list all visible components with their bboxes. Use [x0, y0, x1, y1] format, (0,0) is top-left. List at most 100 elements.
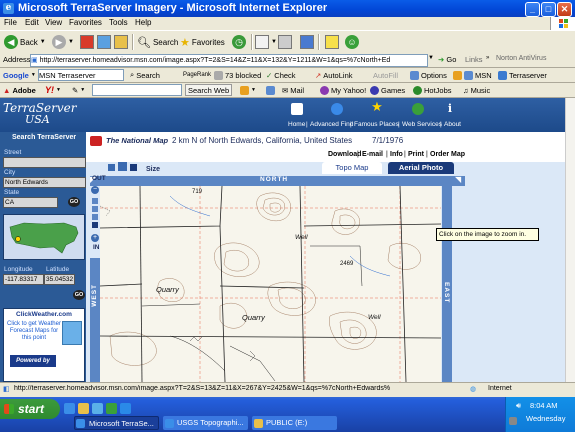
menu-view[interactable]: View — [45, 18, 62, 27]
nav-famous-places[interactable]: Famous Places — [354, 121, 399, 128]
size-large-icon[interactable] — [130, 164, 137, 171]
zoom-level-2[interactable] — [92, 206, 98, 212]
my-yahoo-button[interactable]: My Yahoo! — [320, 84, 366, 96]
street-input[interactable] — [3, 157, 86, 168]
spell-check-button[interactable]: ✓ Check — [266, 69, 296, 81]
home-icon[interactable] — [291, 103, 303, 115]
task-microsoft-terraserver[interactable]: Microsoft TerraSe... — [74, 416, 159, 430]
zoom-level-4[interactable] — [92, 222, 98, 228]
link-info[interactable]: Info — [390, 151, 403, 158]
forward-button[interactable]: ▶ ▼ — [52, 34, 74, 50]
options-button[interactable]: Options — [410, 69, 447, 81]
menu-tools[interactable]: Tools — [109, 18, 128, 27]
back-button[interactable]: ◀ Back ▼ — [4, 34, 46, 50]
zoom-level-1[interactable] — [92, 198, 98, 204]
terraserver-logo[interactable]: TerraServer USA — [3, 102, 76, 126]
pan-north-label[interactable]: NORTH — [260, 176, 288, 183]
address-input[interactable]: ▣ http://terraserver.homeadvisor.msn.com… — [30, 54, 428, 67]
address-dropdown-icon[interactable]: ▼ — [428, 55, 434, 61]
yahoo-search-input[interactable] — [92, 84, 182, 96]
about-info-icon[interactable]: i — [444, 103, 456, 115]
weather-link-text[interactable]: Click to get Weather Forecast Maps for t… — [7, 321, 61, 342]
links-button[interactable]: Links — [465, 55, 483, 64]
minimize-button[interactable]: _ — [525, 2, 540, 17]
close-button[interactable]: ✕ — [557, 2, 572, 17]
menu-file[interactable]: File — [4, 18, 17, 27]
stop-button[interactable] — [80, 34, 94, 50]
us-map-thumbnail[interactable] — [3, 214, 85, 260]
zoom-out-button[interactable]: − — [91, 186, 99, 194]
search-button[interactable]: 🔍︎ Search — [137, 34, 178, 50]
task-public-drive[interactable]: PUBLIC (E:) — [252, 416, 337, 430]
north-pan-bar[interactable]: ◤ NORTH ◥ — [90, 175, 465, 186]
volume-icon[interactable]: 🔊︎ — [516, 401, 521, 411]
famous-places-star-icon[interactable]: ★ — [371, 100, 383, 113]
google-search-input[interactable]: MSN Terraserver — [38, 69, 124, 81]
google-search-button[interactable]: ⌕ Search — [130, 69, 160, 81]
state-input[interactable]: CA — [3, 197, 58, 208]
quicklaunch-desktop-icon[interactable] — [78, 403, 89, 414]
quicklaunch-media-icon[interactable] — [92, 403, 103, 414]
music-button[interactable]: ♫ Music — [463, 84, 490, 96]
advanced-find-icon[interactable] — [331, 103, 343, 115]
history-button[interactable]: ◷ — [232, 34, 246, 50]
favorites-button[interactable]: ★ Favorites — [180, 34, 225, 50]
link-email[interactable]: E-mail — [362, 151, 383, 158]
west-pan-bar[interactable]: WEST — [90, 258, 100, 382]
east-pan-bar[interactable]: EAST — [442, 186, 452, 382]
yahoo-logo[interactable]: Y! ▼ — [45, 84, 61, 96]
print-button[interactable] — [278, 34, 292, 50]
search-web-button[interactable]: Search Web — [185, 84, 233, 96]
messenger-button[interactable]: ☺ — [345, 34, 359, 50]
pan-east-label[interactable]: EAST — [443, 282, 450, 303]
link-print[interactable]: Print — [408, 151, 424, 158]
menu-favorites[interactable]: Favorites — [69, 18, 102, 27]
quicklaunch-ie-icon[interactable] — [64, 403, 75, 414]
edit-button[interactable] — [300, 34, 314, 50]
popup-blocker-button[interactable]: 73 blocked — [214, 69, 261, 81]
city-input[interactable]: North Edwards — [3, 177, 86, 188]
nav-advanced-find[interactable]: Advanced Find — [310, 121, 353, 128]
link-order-map[interactable]: Order Map — [430, 151, 465, 158]
nav-about[interactable]: About — [444, 121, 461, 128]
autofill-button[interactable]: AutoFill — [373, 69, 398, 81]
autolink-button[interactable]: ↗ AutoLink — [315, 69, 352, 81]
msn-button[interactable]: MSN — [453, 69, 492, 81]
notes-button[interactable] — [325, 34, 339, 50]
terraserver-button[interactable]: Terraserver — [498, 69, 547, 81]
go-button[interactable]: ➜ Go — [438, 55, 456, 64]
task-usgs-topographic[interactable]: USGS Topographi... — [163, 416, 248, 430]
pan-west-label[interactable]: WEST — [91, 284, 98, 307]
adobe-button[interactable]: ▲ Adobe — [3, 84, 36, 96]
go-coordinates-button[interactable]: GO — [73, 290, 85, 300]
menu-help[interactable]: Help — [135, 18, 151, 27]
vertical-scrollbar[interactable] — [565, 98, 575, 382]
google-logo[interactable]: Google ▼ — [3, 69, 36, 81]
menu-edit[interactable]: Edit — [25, 18, 39, 27]
network-icon[interactable] — [509, 417, 517, 425]
yahoo-mail-button[interactable]: ✉ Mail — [282, 84, 304, 96]
maximize-button[interactable]: □ — [541, 2, 556, 17]
quicklaunch-outlook-icon[interactable] — [120, 403, 131, 414]
refresh-button[interactable] — [97, 34, 111, 50]
tab-aerial-photo[interactable]: Aerial Photo — [388, 162, 454, 174]
zoom-level-3[interactable] — [92, 214, 98, 220]
nav-web-services[interactable]: Web Services — [402, 121, 442, 128]
topo-map-image[interactable]: Quarry Quarry Well Well 719 2469 — [100, 186, 441, 382]
go-search-button[interactable]: GO — [68, 197, 80, 207]
pan-northeast-arrow-icon[interactable]: ◥ — [455, 175, 461, 184]
mail-button[interactable]: ▼ — [255, 34, 277, 50]
yahoo-settings-button[interactable] — [266, 84, 275, 96]
size-small-icon[interactable] — [108, 164, 115, 171]
start-button[interactable]: start — [0, 399, 60, 419]
size-medium-icon[interactable] — [118, 162, 127, 171]
web-services-icon[interactable] — [412, 103, 424, 115]
clock-time[interactable]: 8:04 AM — [530, 401, 558, 410]
hotjobs-button[interactable]: HotJobs — [413, 84, 452, 96]
clickweather-ad[interactable]: ClickWeather.com Click to get Weather Fo… — [3, 308, 85, 382]
home-button[interactable] — [114, 34, 128, 50]
tab-topo-map[interactable]: Topo Map — [322, 162, 382, 174]
quicklaunch-messenger-icon[interactable] — [106, 403, 117, 414]
norton-antivirus[interactable]: Norton AntiVirus — [496, 55, 546, 62]
games-button[interactable]: Games — [370, 84, 405, 96]
